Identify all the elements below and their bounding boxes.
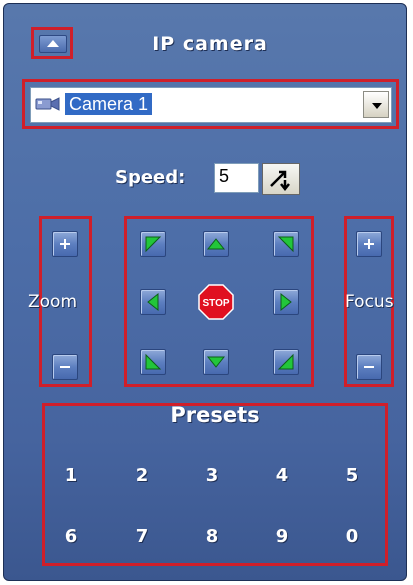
- swap-arrows-icon: [270, 170, 290, 192]
- minus-icon: [60, 366, 70, 368]
- preset-button-9[interactable]: 9: [267, 526, 297, 547]
- panel-title: IP camera: [152, 33, 268, 55]
- focus-in-button[interactable]: [356, 231, 382, 257]
- camera-select-value: Camera 1: [65, 93, 153, 115]
- speed-label: Speed:: [115, 167, 186, 188]
- preset-button-4[interactable]: 4: [267, 465, 297, 486]
- preset-button-5[interactable]: 5: [337, 465, 367, 486]
- preset-button-1[interactable]: 1: [56, 465, 86, 486]
- preset-button-7[interactable]: 7: [127, 526, 157, 547]
- stop-label: STOP: [202, 298, 229, 309]
- arrow-left-icon: [147, 292, 159, 312]
- camera-icon: [35, 97, 60, 111]
- pan-right-button[interactable]: [273, 289, 299, 315]
- arrow-up-icon: [206, 238, 226, 250]
- zoom-out-button[interactable]: [52, 354, 78, 380]
- focus-label: Focus: [345, 292, 394, 312]
- preset-button-2[interactable]: 2: [127, 465, 157, 486]
- camera-select[interactable]: Camera 1: [30, 87, 392, 123]
- collapse-button[interactable]: [31, 27, 73, 59]
- zoom-in-button[interactable]: [52, 231, 78, 257]
- pan-up-button[interactable]: [203, 231, 229, 257]
- pan-down-button[interactable]: [203, 349, 229, 375]
- camera-select-box: Camera 1: [22, 79, 399, 129]
- pan-down-left-button[interactable]: [140, 349, 166, 375]
- preset-button-6[interactable]: 6: [56, 526, 86, 547]
- preset-button-8[interactable]: 8: [197, 526, 227, 547]
- preset-button-0[interactable]: 0: [337, 526, 367, 547]
- arrow-down-left-icon: [145, 353, 162, 370]
- chevron-down-icon: [372, 103, 382, 109]
- collapse-up-icon: [39, 35, 67, 53]
- arrow-down-icon: [206, 356, 226, 368]
- plus-icon: [60, 239, 70, 249]
- speed-spinner-button[interactable]: [262, 163, 300, 195]
- pan-up-left-button[interactable]: [140, 231, 166, 257]
- arrow-down-right-icon: [277, 353, 294, 370]
- arrow-right-icon: [280, 292, 292, 312]
- pan-left-button[interactable]: [140, 289, 166, 315]
- minus-icon: [364, 366, 374, 368]
- plus-icon: [364, 239, 374, 249]
- arrow-up-right-icon: [277, 236, 294, 253]
- pan-up-right-button[interactable]: [273, 231, 299, 257]
- presets-title: Presets: [170, 403, 260, 427]
- pan-down-right-button[interactable]: [273, 349, 299, 375]
- preset-button-3[interactable]: 3: [197, 465, 227, 486]
- camera-dropdown-button[interactable]: [363, 91, 389, 118]
- speed-input[interactable]: 5: [214, 163, 259, 193]
- arrow-up-left-icon: [145, 236, 162, 253]
- zoom-label: Zoom: [28, 292, 78, 312]
- stop-button[interactable]: STOP: [198, 284, 234, 320]
- focus-out-button[interactable]: [356, 354, 382, 380]
